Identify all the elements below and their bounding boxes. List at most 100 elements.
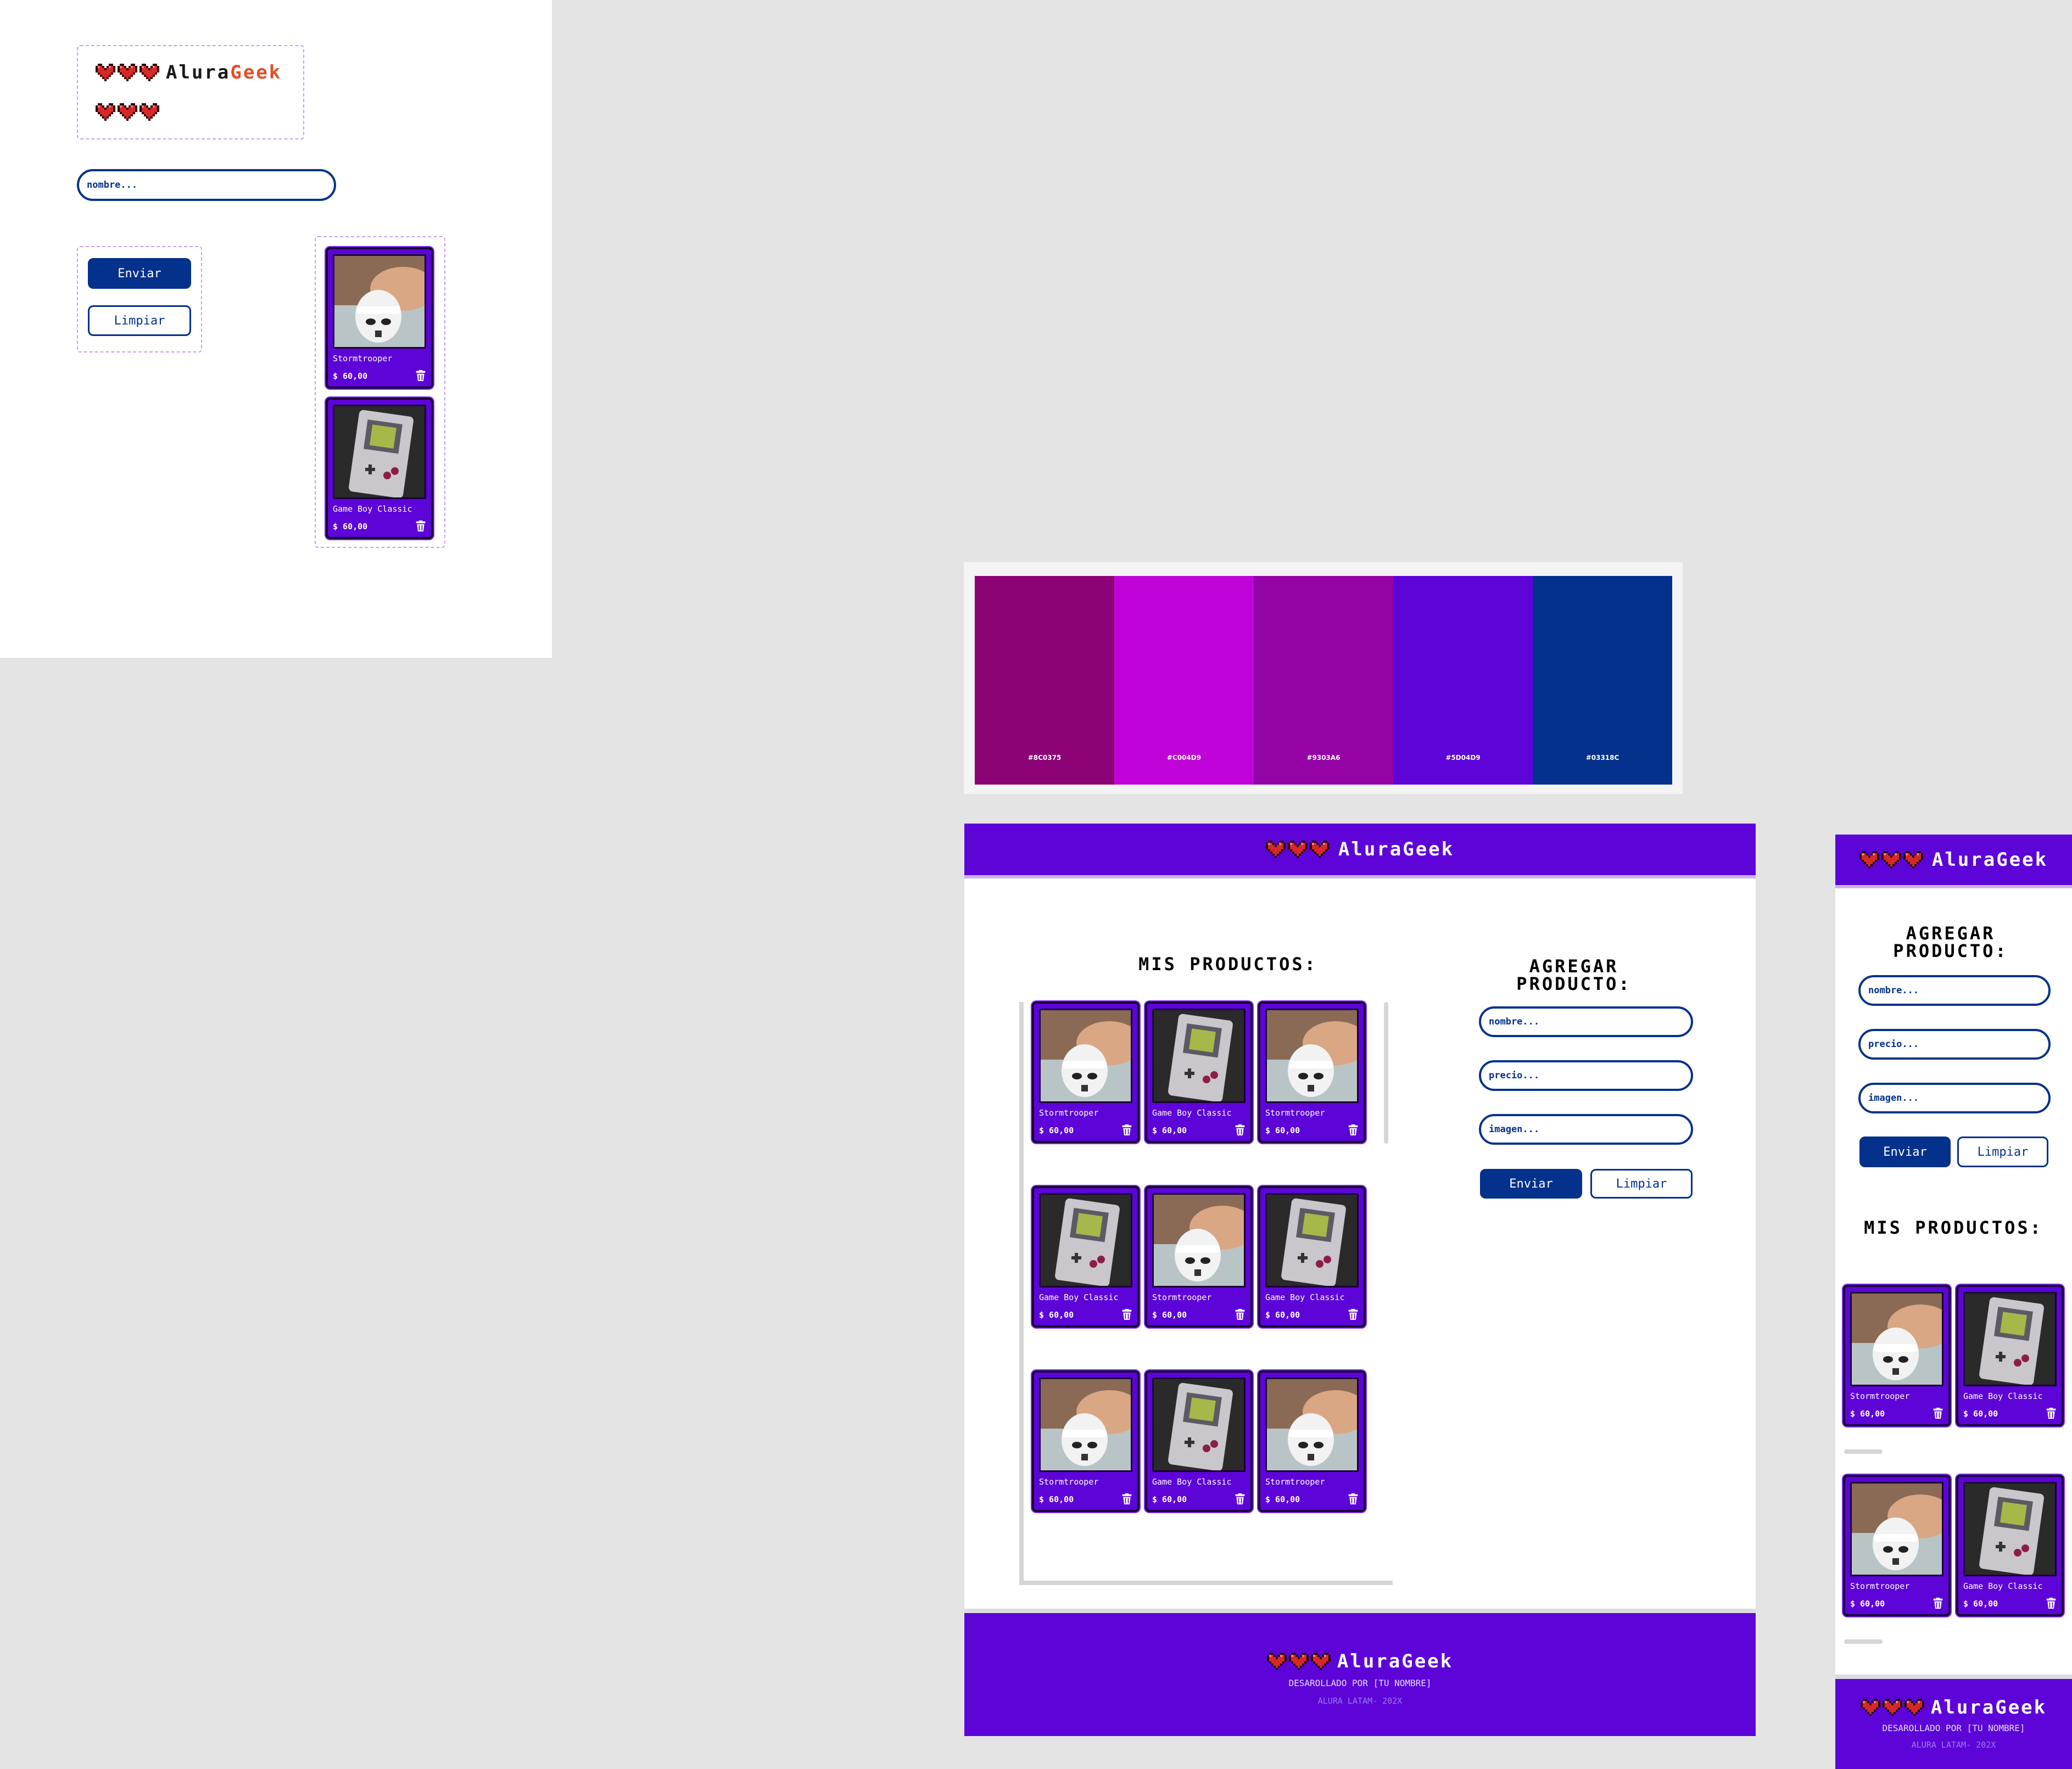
footer-logo-text: AluraGeek	[1337, 1650, 1454, 1672]
grid-scrollbar[interactable]	[1384, 1002, 1388, 1144]
trash-icon[interactable]	[1348, 1124, 1358, 1135]
product-name: Game Boy Classic	[1265, 1292, 1345, 1302]
product-card: Game Boy Classic $ 60,00	[1032, 1186, 1140, 1328]
mobile-footer-logo: AluraGeek	[1835, 1697, 2072, 1718]
logo-hearts-only	[96, 103, 159, 121]
mobile-scrollbar-2[interactable]	[1844, 1639, 1883, 1644]
heart-icon	[1310, 841, 1330, 858]
heart-icon	[1311, 1653, 1331, 1670]
price-field[interactable]: precio...	[1479, 1060, 1693, 1091]
product-name: Game Boy Classic	[1963, 1391, 2043, 1401]
product-name: Stormtrooper	[1265, 1477, 1325, 1487]
product-price: $ 60,00	[333, 371, 368, 381]
product-name: Stormtrooper	[333, 354, 393, 363]
submit-button-component[interactable]: Enviar	[88, 258, 191, 289]
mobile-submit-button[interactable]: Enviar	[1859, 1137, 1951, 1167]
trash-icon[interactable]	[1122, 1309, 1132, 1320]
buttons-frame: Enviar Limpiar	[77, 246, 202, 352]
product-card: Stormtrooper $ 60,00	[1843, 1285, 1951, 1426]
mobile-mockup: AluraGeek AGREGAR PRODUCTO: nombre... pr…	[1835, 835, 2072, 1769]
mobile-footer-logo-text: AluraGeek	[1930, 1697, 2047, 1718]
submit-button[interactable]: Enviar	[1480, 1169, 1582, 1199]
header-logo[interactable]: AluraGeek	[1338, 838, 1454, 860]
product-image	[333, 254, 426, 349]
trash-icon[interactable]	[1348, 1493, 1358, 1504]
mobile-clear-button[interactable]: Limpiar	[1957, 1137, 2048, 1167]
trash-icon[interactable]	[1122, 1493, 1132, 1504]
product-price: $ 60,00	[1039, 1494, 1074, 1504]
product-name: Stormtrooper	[1039, 1108, 1099, 1118]
mobile-add-title: AGREGAR PRODUCTO:	[1893, 923, 2008, 961]
swatch-label: #8C0375	[1027, 754, 1062, 762]
swatch-5: #03318C	[1533, 576, 1672, 785]
product-price: $ 60,00	[1039, 1126, 1074, 1135]
product-card: Game Boy Classic $ 60,00	[326, 398, 433, 539]
product-image	[1039, 1009, 1132, 1103]
heart-icon	[96, 64, 115, 81]
product-image	[1152, 1378, 1246, 1472]
mobile-name-field[interactable]: nombre...	[1858, 975, 2051, 1006]
product-card: Game Boy Classic $ 60,00	[1258, 1186, 1366, 1328]
heart-icon	[118, 103, 137, 121]
product-card: Game Boy Classic $ 60,00	[1956, 1285, 2064, 1426]
product-image	[1039, 1378, 1132, 1472]
name-input-component[interactable]: nombre...	[77, 169, 336, 201]
product-name: Game Boy Classic	[333, 504, 412, 514]
product-name: Game Boy Classic	[1039, 1292, 1119, 1302]
trash-icon[interactable]	[1933, 1598, 1943, 1609]
site-header: AluraGeek	[964, 824, 1756, 878]
product-image	[1265, 1378, 1359, 1472]
mobile-footer-developer: DESAROLLADO POR [TU NOMBRE]	[1882, 1723, 2025, 1733]
swatch-label: #9303A6	[1306, 754, 1341, 762]
swatch-2: #C004D9	[1114, 576, 1254, 785]
mobile-footer-credit: ALURA LATAM- 202X	[1911, 1740, 1996, 1750]
product-name: Stormtrooper	[1850, 1581, 1910, 1591]
cards-frame: Stormtrooper $ 60,00 Game Boy Classic $ …	[315, 236, 445, 548]
trash-icon[interactable]	[1122, 1124, 1132, 1135]
add-product-title: AGREGAR PRODUCTO:	[1516, 956, 1632, 994]
product-name: Stormtrooper	[1152, 1292, 1212, 1302]
trash-icon[interactable]	[416, 370, 426, 381]
clear-button[interactable]: Limpiar	[1590, 1169, 1693, 1199]
product-price: $ 60,00	[1265, 1310, 1300, 1320]
heart-icon	[139, 64, 159, 81]
mobile-scrollbar-1[interactable]	[1844, 1449, 1883, 1454]
logo-variants-frame: AluraGeek	[77, 45, 304, 139]
swatch-label: #03318C	[1585, 754, 1619, 762]
product-name: Game Boy Classic	[1963, 1581, 2043, 1591]
trash-icon[interactable]	[2046, 1598, 2056, 1609]
logo-text: AluraGeek	[166, 61, 282, 83]
product-price: $ 60,00	[1152, 1494, 1187, 1504]
trash-icon[interactable]	[1348, 1309, 1358, 1320]
mobile-header: AluraGeek	[1835, 835, 2072, 888]
clear-button-component[interactable]: Limpiar	[88, 305, 191, 336]
heart-icon	[1267, 1653, 1287, 1670]
heart-icon	[96, 103, 115, 121]
image-field[interactable]: imagen...	[1479, 1114, 1693, 1145]
product-price: $ 60,00	[1152, 1310, 1187, 1320]
product-image	[1152, 1193, 1246, 1287]
product-card: Stormtrooper $ 60,00	[1258, 1370, 1366, 1512]
swatch-label: #C004D9	[1166, 754, 1202, 762]
trash-icon[interactable]	[1235, 1493, 1245, 1504]
heart-icon	[1883, 1699, 1902, 1716]
trash-icon[interactable]	[1933, 1408, 1943, 1419]
product-card: Game Boy Classic $ 60,00	[1956, 1475, 2064, 1616]
trash-icon[interactable]	[2046, 1408, 2056, 1419]
footer-logo: AluraGeek	[964, 1650, 1756, 1672]
mobile-header-logo[interactable]: AluraGeek	[1932, 849, 2048, 871]
mobile-image-field[interactable]: imagen...	[1858, 1083, 2051, 1113]
product-image	[1152, 1009, 1246, 1103]
product-image	[1265, 1193, 1359, 1287]
product-name: Stormtrooper	[1265, 1108, 1325, 1118]
product-image	[1850, 1292, 1943, 1386]
trash-icon[interactable]	[1235, 1124, 1245, 1135]
trash-icon[interactable]	[1235, 1309, 1245, 1320]
name-field[interactable]: nombre...	[1479, 1006, 1693, 1037]
mobile-price-field[interactable]: precio...	[1858, 1029, 2051, 1060]
product-price: $ 60,00	[1963, 1599, 1998, 1609]
product-name: Stormtrooper	[1039, 1477, 1099, 1487]
product-card: Stormtrooper $ 60,00	[1258, 1001, 1366, 1143]
trash-icon[interactable]	[416, 520, 426, 531]
product-name: Game Boy Classic	[1152, 1108, 1232, 1118]
